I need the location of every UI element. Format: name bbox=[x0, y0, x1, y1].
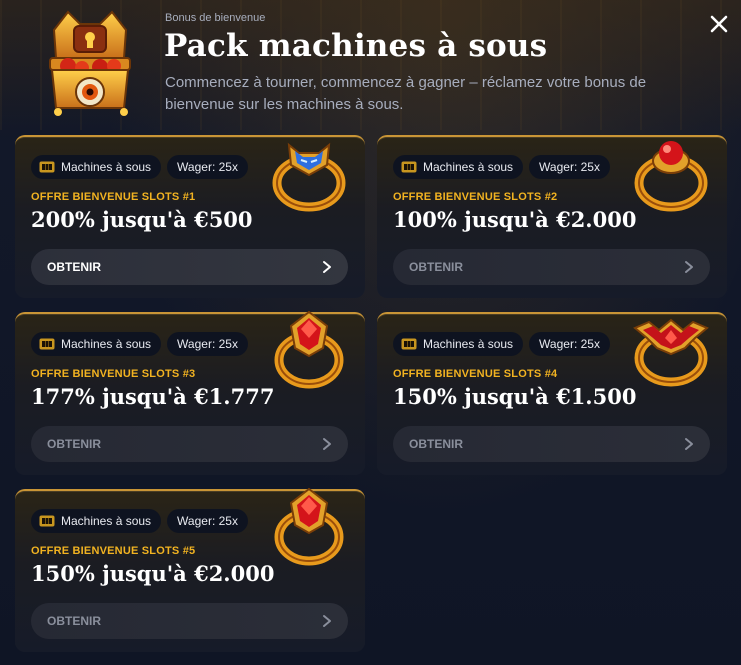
wager-badge: Wager: 25x bbox=[529, 332, 610, 356]
offer-label: OFFRE BIENVENUE SLOTS #3 bbox=[31, 368, 196, 380]
header-eyebrow: Bonus de bienvenue bbox=[165, 12, 266, 24]
obtenir-button[interactable]: OBTENIR bbox=[393, 249, 710, 285]
offer-card: Machines à sous Wager: 25x OFFRE BIENVEN… bbox=[377, 312, 727, 475]
wager-label: Wager: 25x bbox=[177, 160, 238, 174]
offer-label: OFFRE BIENVENUE SLOTS #1 bbox=[31, 191, 196, 203]
obtenir-button[interactable]: OBTENIR bbox=[31, 426, 348, 462]
page-subtitle: Commencez à tourner, commencez à gagner … bbox=[165, 74, 647, 113]
wager-label: Wager: 25x bbox=[539, 160, 600, 174]
offer-amount: 100% jusqu'à €2.000 bbox=[393, 207, 637, 232]
slot-machine-icon bbox=[39, 338, 55, 350]
offer-card: Machines à sous Wager: 25x OFFRE BIENVEN… bbox=[15, 487, 365, 652]
offer-tags: Machines à sous Wager: 25x bbox=[31, 332, 248, 356]
offer-card: Machines à sous Wager: 25x OFFRE BIENVEN… bbox=[377, 135, 727, 298]
offer-amount: 150% jusqu'à €2.000 bbox=[31, 561, 275, 586]
game-type-label: Machines à sous bbox=[61, 514, 152, 528]
obtenir-label: OBTENIR bbox=[47, 614, 101, 628]
offer-label: OFFRE BIENVENUE SLOTS #2 bbox=[393, 191, 558, 203]
offer-tags: Machines à sous Wager: 25x bbox=[393, 332, 610, 356]
bonus-modal: Bonus de bienvenue Pack machines à sous … bbox=[0, 0, 741, 665]
offer-amount: 177% jusqu'à €1.777 bbox=[31, 384, 275, 409]
obtenir-button[interactable]: OBTENIR bbox=[393, 426, 710, 462]
page-title: Pack machines à sous bbox=[164, 28, 548, 64]
red-orb-ring-icon bbox=[634, 141, 708, 212]
slot-machine-icon bbox=[39, 161, 55, 173]
offer-tags: Machines à sous Wager: 25x bbox=[31, 155, 248, 179]
game-type-label: Machines à sous bbox=[61, 160, 152, 174]
game-type-badge: Machines à sous bbox=[393, 332, 524, 356]
game-type-badge: Machines à sous bbox=[31, 332, 162, 356]
obtenir-button[interactable]: OBTENIR bbox=[31, 603, 348, 639]
wager-label: Wager: 25x bbox=[177, 337, 238, 351]
offer-amount: 200% jusqu'à €500 bbox=[31, 207, 253, 232]
offer-label: OFFRE BIENVENUE SLOTS #4 bbox=[393, 368, 558, 380]
game-type-label: Machines à sous bbox=[423, 337, 514, 351]
obtenir-label: OBTENIR bbox=[409, 260, 463, 274]
treasure-chest-icon bbox=[49, 10, 131, 116]
game-type-label: Machines à sous bbox=[423, 160, 514, 174]
close-icon[interactable] bbox=[707, 12, 731, 36]
obtenir-label: OBTENIR bbox=[47, 260, 101, 274]
obtenir-label: OBTENIR bbox=[409, 437, 463, 451]
game-type-badge: Machines à sous bbox=[31, 509, 162, 533]
chevron-right-icon bbox=[685, 261, 693, 273]
wager-label: Wager: 25x bbox=[539, 337, 600, 351]
slot-machine-icon bbox=[39, 515, 55, 527]
wager-badge: Wager: 25x bbox=[167, 155, 248, 179]
wager-label: Wager: 25x bbox=[177, 514, 238, 528]
wager-badge: Wager: 25x bbox=[167, 509, 248, 533]
red-gem-ring-icon bbox=[274, 487, 344, 566]
game-type-badge: Machines à sous bbox=[393, 155, 524, 179]
chevron-right-icon bbox=[685, 438, 693, 450]
chevron-right-icon bbox=[323, 438, 331, 450]
game-type-badge: Machines à sous bbox=[31, 155, 162, 179]
blue-demon-ring-icon bbox=[272, 142, 346, 212]
obtenir-button[interactable]: OBTENIR bbox=[31, 249, 348, 285]
red-gem-ring-icon bbox=[274, 310, 344, 389]
obtenir-label: OBTENIR bbox=[47, 437, 101, 451]
offer-card: Machines à sous Wager: 25x OFFRE BIENVEN… bbox=[15, 310, 365, 475]
chevron-right-icon bbox=[323, 261, 331, 273]
chevron-right-icon bbox=[323, 615, 331, 627]
wager-badge: Wager: 25x bbox=[529, 155, 610, 179]
game-type-label: Machines à sous bbox=[61, 337, 152, 351]
offer-tags: Machines à sous Wager: 25x bbox=[31, 509, 248, 533]
offer-amount: 150% jusqu'à €1.500 bbox=[393, 384, 637, 409]
offer-label: OFFRE BIENVENUE SLOTS #5 bbox=[31, 545, 196, 557]
offer-card: Machines à sous Wager: 25x OFFRE BIENVEN… bbox=[15, 135, 365, 298]
offer-tags: Machines à sous Wager: 25x bbox=[393, 155, 610, 179]
slot-machine-icon bbox=[401, 338, 417, 350]
wager-badge: Wager: 25x bbox=[167, 332, 248, 356]
red-bat-ring-icon bbox=[633, 318, 709, 387]
slot-machine-icon bbox=[401, 161, 417, 173]
